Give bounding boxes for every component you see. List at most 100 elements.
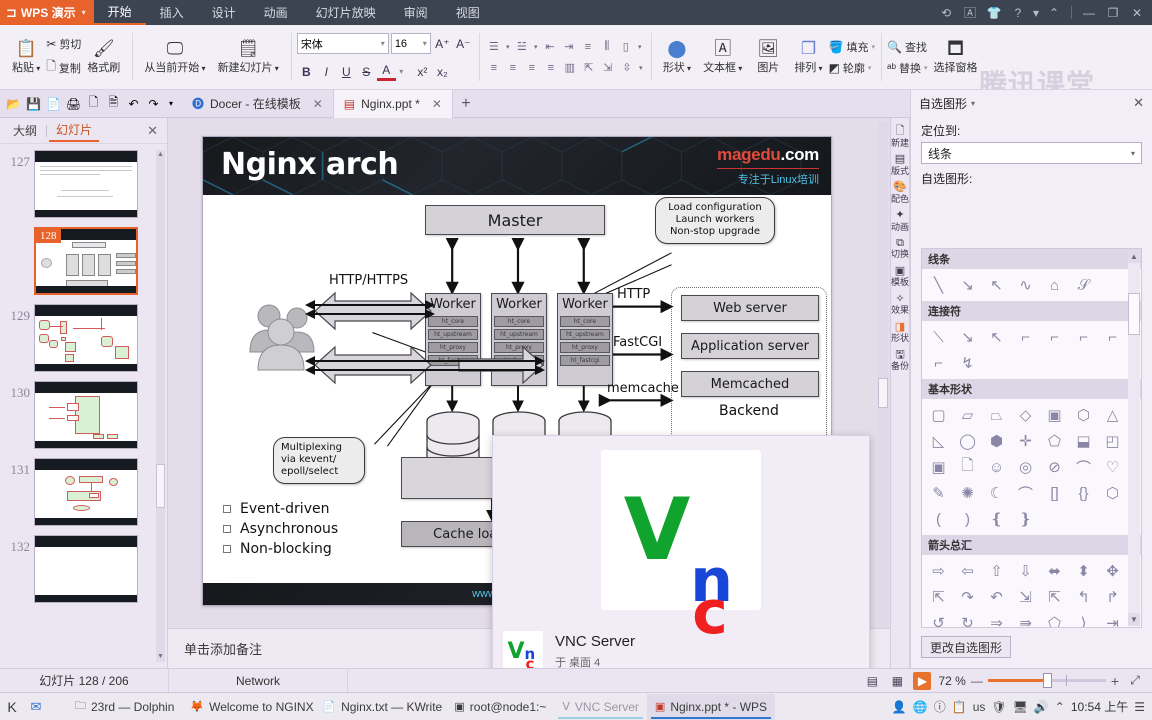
chevron-down-icon[interactable]: ▾ (82, 8, 86, 17)
increase-indent-button[interactable]: ⇥ (560, 38, 578, 56)
decrease-indent-button[interactable]: ⇤ (541, 38, 559, 56)
connector-curved-arrow-icon[interactable]: ⌐ (924, 350, 953, 376)
arrow-curved-up-icon[interactable]: ↻ (953, 610, 982, 627)
slide-thumbnail[interactable] (34, 535, 138, 603)
arrow-bent-right-icon[interactable]: ⇱ (1040, 584, 1069, 610)
shape-trapezoid-icon[interactable]: ⏢ (982, 402, 1011, 428)
chevron-down-icon[interactable]: ▾ (381, 39, 385, 48)
ribbon-tab-animation[interactable]: 动画 (250, 0, 302, 25)
connector-elbow-double-icon[interactable]: ⌐ (1069, 324, 1098, 350)
arrow-u-turn-icon[interactable]: ↶ (982, 584, 1011, 610)
shape-triangle-icon[interactable]: △ (1098, 402, 1127, 428)
ribbon-tab-view[interactable]: 视图 (442, 0, 494, 25)
shape-scribble-icon[interactable]: 𝒮 (1069, 272, 1098, 298)
taskbar-item-kwrite[interactable]: 📄 Nginx.txt — KWrite (314, 694, 446, 720)
slide-thumbnail[interactable] (34, 381, 138, 449)
columns-button[interactable]: ▥ (561, 59, 579, 77)
arrange-button[interactable]: ❐ 排列 ▾ (788, 38, 828, 77)
ribbon-tab-home[interactable]: 开始 (93, 0, 146, 25)
arrow-chevron-icon[interactable]: ⟩ (1069, 610, 1098, 627)
navigator-scrollbar-thumb[interactable] (156, 464, 165, 508)
shape-double-bracket-icon[interactable]: [] (1040, 480, 1069, 506)
close-icon[interactable]: ✕ (313, 97, 323, 111)
ribbon-tab-review[interactable]: 审阅 (390, 0, 442, 25)
scroll-up-icon[interactable]: ▲ (1128, 250, 1140, 263)
connector-elbow-icon[interactable]: ⌐ (1011, 324, 1040, 350)
normal-view-icon[interactable]: ▤ (863, 672, 881, 690)
info-icon[interactable]: ⓘ (934, 698, 946, 715)
superscript-button[interactable]: x² (413, 62, 432, 81)
slide-area-scrollbar-thumb[interactable] (878, 378, 888, 408)
selection-pane-button[interactable]: 🗖 选择窗格 (928, 38, 984, 77)
arrow-down-icon[interactable]: ⇩ (1011, 558, 1040, 584)
shape-folded-corner-icon[interactable]: 🗋 (953, 454, 982, 480)
font-family-select[interactable]: 宋体 ▾ (296, 33, 389, 54)
chevron-down-icon[interactable]: ▾ (872, 43, 876, 51)
shrink-font-button[interactable]: A⁻ (454, 34, 473, 53)
arrow-curved-right-icon[interactable]: ↱ (1098, 584, 1127, 610)
shape-moon-icon[interactable]: ☾ (982, 480, 1011, 506)
connector-elbow-arrow-icon[interactable]: ⌐ (1040, 324, 1069, 350)
align-text-button[interactable]: ▯ (617, 38, 635, 56)
close-icon[interactable]: ✕ (1126, 0, 1148, 25)
shape-regular-pentagon-icon[interactable]: ⬡ (1098, 480, 1127, 506)
format-painter-button[interactable]: 🖌 格式刷 (81, 38, 126, 77)
sidebar-item-effects[interactable]: ✧ 效果 (891, 293, 909, 316)
font-color-button[interactable]: A (376, 62, 396, 81)
chevron-down-icon[interactable]: ▾ (34, 64, 40, 73)
new-tab-button[interactable]: + (453, 90, 479, 118)
zoom-slider-handle[interactable] (1042, 673, 1052, 688)
mail-icon[interactable]: ✉ (28, 699, 44, 715)
shape-freeform-icon[interactable]: ⌂ (1040, 272, 1069, 298)
sidebar-item-shapes[interactable]: ◨ 形状 (891, 321, 909, 344)
shape-arrow-icon[interactable]: ↘ (953, 272, 982, 298)
user-icon[interactable]: 👤 (892, 700, 907, 714)
shape-right-brace-icon[interactable]: ❵ (1011, 506, 1040, 532)
chevron-down-icon[interactable]: ▾ (636, 38, 644, 56)
new-slide-button[interactable]: 🗒 新建幻灯片 ▾ (212, 38, 285, 77)
shape-cube-icon[interactable]: ◰ (1098, 428, 1127, 454)
connector-double-arrow-icon[interactable]: ↖ (982, 324, 1011, 350)
chevron-down-icon[interactable]: ▾ (504, 38, 512, 56)
reading-view-icon[interactable]: ▶ (913, 671, 932, 690)
underline-button[interactable]: U (337, 62, 356, 81)
quick-print-icon[interactable]: 🗎 (105, 94, 122, 114)
print-icon[interactable]: 🖨 (65, 94, 82, 114)
outline-button[interactable]: ◩ 轮廓 ▾ (829, 60, 875, 76)
shape-pentagon-icon[interactable]: ⬠ (1040, 428, 1069, 454)
keyboard-layout-icon[interactable]: us (973, 700, 986, 714)
chevron-down-icon[interactable]: ▾ (423, 39, 427, 48)
sidebar-item-template[interactable]: ▣ 模板 (891, 265, 909, 288)
chevron-down-icon[interactable]: ▾ (637, 59, 645, 77)
vnc-task-entry[interactable]: Vnc VNC Server 于 桌面 4 (503, 631, 635, 673)
customize-icon[interactable]: ▾ (165, 94, 177, 114)
close-icon[interactable]: ✕ (432, 97, 442, 111)
arrow-bent-left-icon[interactable]: ⇲ (1011, 584, 1040, 610)
line-spacing-button[interactable]: ≡ (579, 38, 597, 56)
scroll-down-icon[interactable]: ▼ (156, 652, 165, 662)
strikethrough-button[interactable]: S (357, 62, 376, 81)
volume-icon[interactable]: 🔊 (1034, 700, 1049, 714)
arrow-quad-icon[interactable]: ✥ (1098, 558, 1127, 584)
taskbar-item-firefox[interactable]: 🦊 Welcome to NGINX (182, 694, 314, 720)
ribbon-tab-slideshow[interactable]: 幻灯片放映 (302, 0, 390, 25)
arrow-circular-icon[interactable]: ↺ (924, 610, 953, 627)
justify-button[interactable]: ≡ (542, 59, 560, 77)
slide-thumbnail[interactable] (34, 150, 138, 218)
font-size-select[interactable]: 16 ▾ (390, 33, 431, 54)
history-icon[interactable]: ⟲ (935, 0, 957, 25)
arrow-right-callout-icon[interactable]: ⇥ (1098, 610, 1127, 627)
arrow-pentagon-icon[interactable]: ⬠ (1040, 610, 1069, 627)
arrow-curved-left-icon[interactable]: ↰ (1069, 584, 1098, 610)
ribbon-tab-insert[interactable]: 插入 (146, 0, 198, 25)
find-button[interactable]: 🔍 查找 (887, 39, 928, 55)
align-right-button[interactable]: ≡ (523, 59, 541, 77)
navigator-scrollbar-track[interactable] (156, 150, 165, 662)
cut-button[interactable]: ✂ 剪切 (46, 36, 81, 52)
thumbnail-list[interactable]: 127 128 129 130 131 132 ▲ ▼ (0, 144, 167, 668)
shape-right-bracket-icon[interactable]: ) (953, 506, 982, 532)
slide-thumbnail-selected[interactable]: 128 (34, 227, 138, 295)
export-pdf-icon[interactable]: 📄 (45, 94, 62, 114)
smart-layout-a-button[interactable]: ⇱ (580, 59, 598, 77)
chevron-down-icon[interactable]: ▾ (736, 64, 742, 73)
